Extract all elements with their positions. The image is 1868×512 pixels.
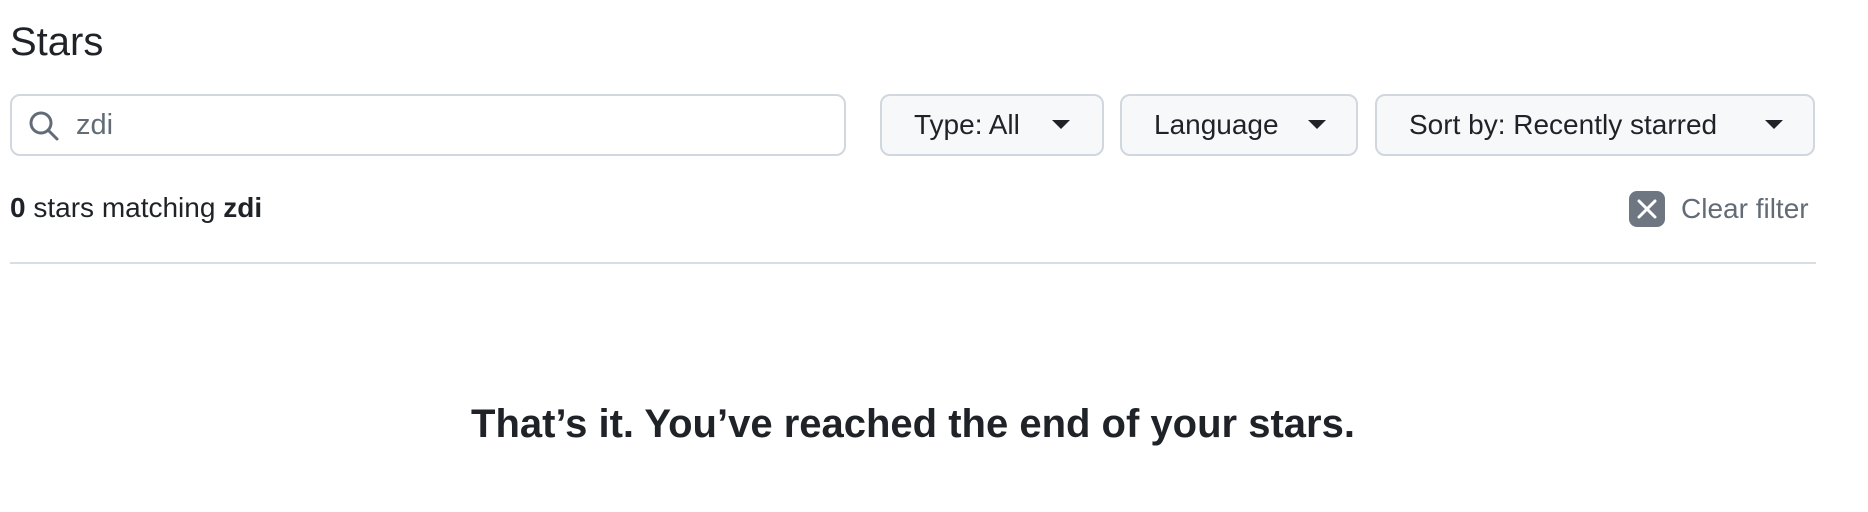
results-text: stars matching xyxy=(25,192,224,223)
results-query: zdi xyxy=(223,192,263,223)
language-filter-label: Language xyxy=(1154,109,1279,140)
page-title: Stars xyxy=(10,20,104,64)
sort-label: Sort by: Recently starred xyxy=(1409,109,1718,140)
chevron-down-icon xyxy=(1052,120,1070,129)
close-icon xyxy=(1629,191,1665,227)
stars-page: Stars Type: All Language Sort by: Recent… xyxy=(0,0,1868,512)
type-filter-button[interactable]: Type: All xyxy=(880,94,1104,156)
chevron-down-icon xyxy=(1765,120,1783,129)
clear-filter-label: Clear filter xyxy=(1681,193,1809,224)
search-box[interactable] xyxy=(10,94,846,156)
type-filter-label: Type: All xyxy=(914,109,1020,140)
sort-button[interactable]: Sort by: Recently starred xyxy=(1375,94,1815,156)
search-icon xyxy=(29,111,59,141)
results-summary: 0 stars matching zdi xyxy=(10,190,262,226)
divider xyxy=(10,262,1816,264)
search-input[interactable] xyxy=(76,96,836,154)
chevron-down-icon xyxy=(1308,120,1326,129)
end-of-list-message: That’s it. You’ve reached the end of you… xyxy=(471,402,1355,446)
language-filter-button[interactable]: Language xyxy=(1120,94,1358,156)
clear-filter-button[interactable]: Clear filter xyxy=(1629,190,1809,228)
results-count: 0 xyxy=(10,192,26,223)
